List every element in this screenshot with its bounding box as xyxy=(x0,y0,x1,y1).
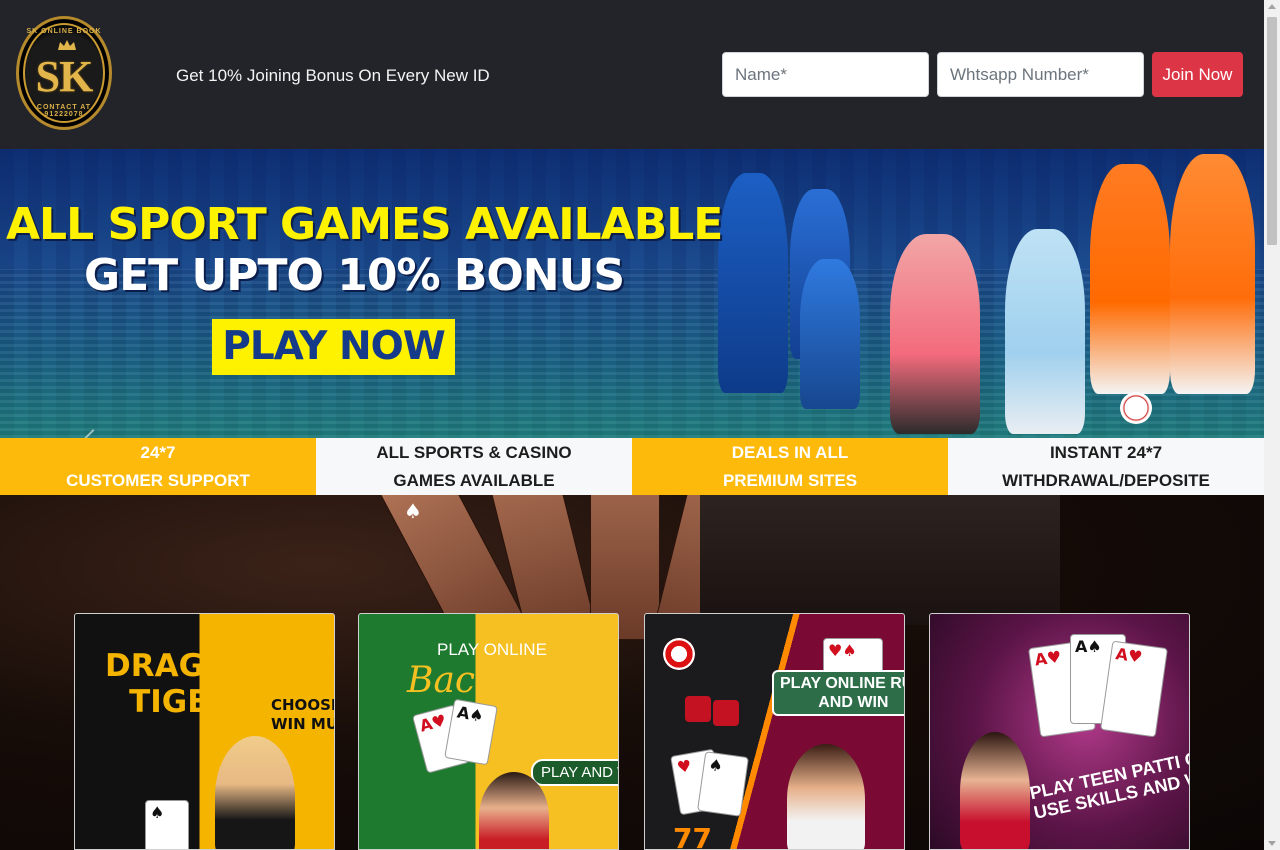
scroll-down-icon[interactable] xyxy=(1268,841,1276,846)
dice-icon xyxy=(713,700,739,726)
tennis-player-figure xyxy=(890,234,980,434)
football-icon xyxy=(1120,392,1152,424)
dice-icon xyxy=(685,696,711,722)
crown-icon xyxy=(58,40,76,50)
feature-line: WITHDRAWAL/DEPOSITE xyxy=(1002,471,1210,490)
poker-chip-icon xyxy=(663,638,695,670)
cricket-player-figure xyxy=(718,173,788,393)
name-input[interactable] xyxy=(722,52,929,97)
sk-logo[interactable]: SK ONLINE BOOK SK CONTACT AT 91222078 xyxy=(16,16,112,130)
playing-card-icon: A♥ xyxy=(1100,640,1168,738)
football-player-figure xyxy=(1090,164,1170,394)
banner-play-now-button[interactable]: PLAY NOW xyxy=(212,319,455,375)
joining-bonus-tagline: Get 10% Joining Bonus On Every New ID xyxy=(176,66,490,85)
cricket-player-figure xyxy=(800,259,860,409)
baccarat-heading: PLAY ONLINE xyxy=(437,640,547,659)
rummy-tag-line: AND WIN xyxy=(818,694,889,711)
playing-card-icon: ♠ xyxy=(145,800,189,849)
logo-monogram: SK xyxy=(35,52,94,101)
feature-line: INSTANT 24*7 xyxy=(1049,443,1163,462)
dragon-sub-line: WIN MUL xyxy=(271,715,334,733)
site-header: SK ONLINE BOOK SK CONTACT AT 91222078 Ge… xyxy=(0,0,1264,149)
dragon-tiger-title: DRAGON TIGER xyxy=(105,648,256,720)
feature-line: GAMES AVAILABLE xyxy=(393,471,555,490)
spade-icon: ♠ xyxy=(404,499,422,523)
lucky-sevens-text: 77 xyxy=(673,822,712,850)
feature-customer-support: 24*7 CUSTOMER SUPPORT xyxy=(0,438,316,495)
game-card-teen-patti[interactable]: A♥ A♠ A♥ PLAY TEEN PATTI ON USE SKILLS A… xyxy=(929,613,1190,850)
whatsapp-number-input[interactable] xyxy=(937,52,1144,97)
dealer-figure xyxy=(787,744,865,849)
feature-line: 24*7 xyxy=(140,443,176,462)
scroll-up-icon[interactable] xyxy=(1268,4,1276,9)
playing-card-icon: A♠ xyxy=(444,698,498,766)
page-scrollbar[interactable] xyxy=(1264,0,1280,850)
feature-instant-withdrawal: INSTANT 24*7 WITHDRAWAL/DEPOSITE xyxy=(948,438,1264,495)
banner-headline: ALL SPORT GAMES AVAILABLE xyxy=(6,199,723,250)
dragon-sub-line: CHOOSE xyxy=(271,696,335,714)
rummy-tag: PLAY ONLINE RUM AND WIN xyxy=(772,670,904,716)
feature-line: CUSTOMER SUPPORT xyxy=(66,471,250,490)
feature-premium-sites: DEALS IN ALL PREMIUM SITES xyxy=(632,438,948,495)
rummy-tag-line: PLAY ONLINE RUM xyxy=(780,675,904,692)
game-card-baccarat[interactable]: PLAY ONLINE Baccarat A♥ A♠ PLAY AND W xyxy=(358,613,619,850)
features-strip: 24*7 CUSTOMER SUPPORT ALL SPORTS & CASIN… xyxy=(0,438,1264,495)
game-card-rummy[interactable]: ♥ ♠ 77 ♥♠ PLAY ONLINE RUM AND WIN xyxy=(644,613,905,850)
dealer-figure xyxy=(215,736,295,849)
game-card-dragon-tiger[interactable]: DRAGON TIGER CHOOSE WIN MUL ♠ xyxy=(74,613,335,850)
background-king-card xyxy=(700,495,1060,625)
dealer-figure xyxy=(960,732,1030,849)
feature-line: DEALS IN ALL xyxy=(731,443,849,462)
baccarat-tag: PLAY AND W xyxy=(531,759,618,786)
feature-sports-casino: ALL SPORTS & CASINO GAMES AVAILABLE xyxy=(316,438,632,495)
feature-line: ALL SPORTS & CASINO xyxy=(376,443,572,462)
teen-patti-title: PLAY TEEN PATTI ON USE SKILLS AND W xyxy=(1028,745,1189,823)
playing-card-icon: ♠ xyxy=(697,751,749,817)
join-now-button[interactable]: Join Now xyxy=(1152,52,1243,97)
scrollbar-thumb[interactable] xyxy=(1267,17,1277,245)
feature-line: PREMIUM SITES xyxy=(722,471,858,490)
baccarat-script-title: Baccarat xyxy=(407,660,570,701)
logo-ring-bottom-text: CONTACT AT 91222078 xyxy=(36,104,92,118)
dragon-tiger-subtitle: CHOOSE WIN MUL xyxy=(271,696,335,734)
dragon-title-line: TIGER xyxy=(129,684,233,720)
football-player-figure xyxy=(1170,154,1255,394)
tennis-player-figure xyxy=(1005,229,1085,434)
logo-ring-top-text: SK ONLINE BOOK xyxy=(26,28,102,35)
banner-bonus-text: GET UPTO 10% BONUS xyxy=(84,250,625,301)
dragon-title-line: DRAGON xyxy=(105,648,257,684)
